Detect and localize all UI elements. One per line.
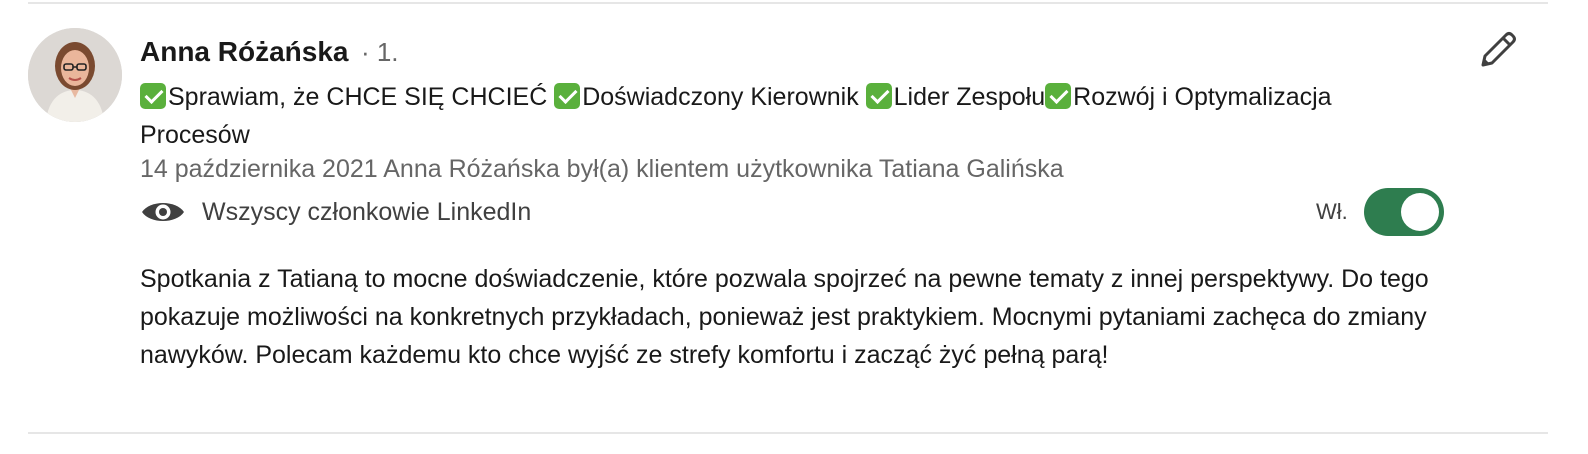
check-mark-icon — [140, 83, 166, 109]
avatar[interactable] — [28, 28, 122, 122]
author-name[interactable]: Anna Różańska — [140, 36, 349, 67]
bottom-divider — [28, 432, 1548, 434]
author-name-row: Anna Różańska · 1. — [140, 36, 399, 68]
recommendation-text: Spotkania z Tatianą to mocne doświadczen… — [140, 265, 1429, 369]
headline-part: Lider Zespołu — [893, 83, 1046, 111]
recommendation-meta: 14 października 2021 Anna Różańska był(a… — [140, 155, 1064, 183]
show-recommendation-toggle[interactable] — [1363, 188, 1444, 236]
edit-button[interactable] — [1474, 28, 1520, 74]
check-mark-icon — [865, 83, 892, 109]
connection-degree: · 1. — [360, 37, 399, 67]
top-divider — [28, 2, 1548, 4]
eye-icon — [142, 203, 184, 221]
toggle-label: Wł. — [1316, 199, 1348, 224]
visibility-toggle-group: Wł. — [1316, 188, 1444, 236]
author-headline: Sprawiam, że CHCE SIĘ CHCIEĆ Doświadczon… — [140, 78, 1400, 154]
visibility-label: Wszyscy członkowie LinkedIn — [202, 197, 532, 226]
avatar-portrait — [28, 28, 122, 122]
visibility-setting: Wszyscy członkowie LinkedIn — [140, 196, 531, 228]
toggle-knob — [1400, 193, 1439, 231]
check-mark-icon — [554, 83, 581, 109]
check-mark-icon — [1045, 83, 1072, 109]
pencil-icon — [1481, 32, 1516, 67]
headline-part: Doświadczony Kierownik — [582, 83, 866, 111]
headline-part: Sprawiam, że CHCE SIĘ CHCIEĆ — [168, 83, 555, 111]
